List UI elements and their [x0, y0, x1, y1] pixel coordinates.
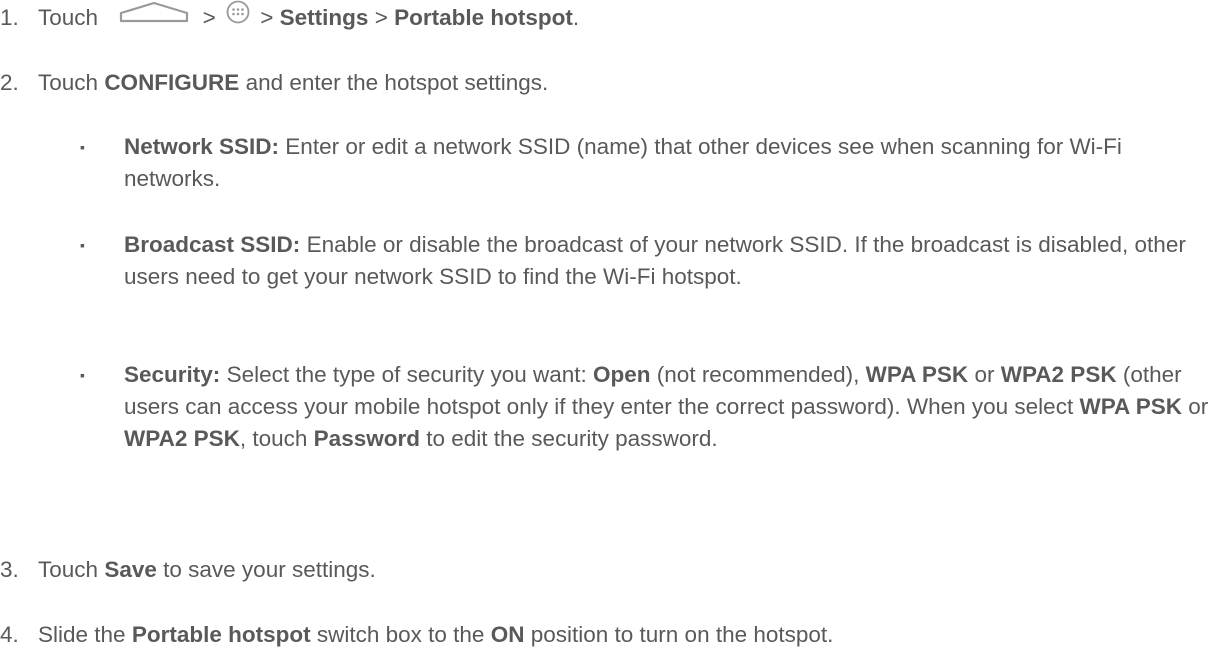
step-touch: Touch	[38, 70, 99, 95]
bullet-text: Broadcast SSID: Enable or disable the br…	[124, 229, 1216, 293]
step-slide: Slide the	[38, 622, 126, 647]
bullet-label: Network SSID:	[124, 134, 280, 159]
step-number: 1.	[0, 5, 19, 30]
step-separator: >	[374, 5, 388, 30]
bullet-description: to edit the security password.	[426, 426, 718, 451]
security-open: Open	[593, 362, 651, 387]
step-rest: to save your settings.	[163, 557, 376, 582]
step-end: .	[572, 5, 580, 30]
step-on: ON	[490, 622, 525, 647]
step-number: 4.	[0, 622, 19, 647]
security-wpa2-psk: WPA2 PSK	[1000, 362, 1117, 387]
step-touch: Touch	[38, 557, 99, 582]
bullet-description: or	[974, 362, 995, 387]
step-save: Save	[104, 557, 157, 582]
step-settings: Settings	[279, 5, 369, 30]
security-wpa2-psk: WPA2 PSK	[124, 426, 240, 451]
bullet-description: or	[1188, 394, 1209, 419]
step-mid: switch box to the	[316, 622, 485, 647]
step-hotspot: Portable hotspot	[394, 5, 573, 30]
bullet-marker: ▪	[80, 237, 85, 253]
step-touch: Touch	[38, 5, 99, 30]
document-page: 1. Touch > > Settings > Portable hotspot…	[0, 0, 1220, 672]
security-wpa-psk: WPA PSK	[865, 362, 969, 387]
bullet-text: Network SSID: Enter or edit a network SS…	[124, 131, 1216, 195]
security-password: Password	[313, 426, 420, 451]
step-text: Touch Save to save your settings.	[38, 554, 376, 586]
step-text: Touch > > Settings > Portable hotspot.	[38, 0, 580, 36]
step-number: 3.	[0, 557, 19, 582]
step-separator: >	[260, 5, 274, 30]
bullet-description: , touch	[239, 426, 308, 451]
step-rest: and enter the hotspot settings.	[245, 70, 549, 95]
step-configure: CONFIGURE	[104, 70, 240, 95]
step-text: Slide the Portable hotspot switch box to…	[38, 619, 833, 651]
bullet-description: Select the type of security you want:	[226, 362, 587, 387]
home-icon	[118, 0, 190, 32]
bullet-label: Security:	[124, 362, 221, 387]
security-wpa-psk: WPA PSK	[1079, 394, 1182, 419]
bullet-marker: ▪	[80, 367, 85, 383]
step-rest: position to turn on the hotspot.	[530, 622, 834, 647]
step-hotspot: Portable hotspot	[131, 622, 311, 647]
step-separator: >	[202, 5, 216, 30]
bullet-marker: ▪	[80, 139, 85, 155]
bullet-description: (not recommended),	[656, 362, 860, 387]
step-text: Touch CONFIGURE and enter the hotspot se…	[38, 67, 548, 99]
bullet-text: Security: Select the type of security yo…	[124, 359, 1216, 455]
bullet-label: Broadcast SSID:	[124, 232, 301, 257]
apps-icon	[226, 0, 250, 33]
step-number: 2.	[0, 70, 19, 95]
